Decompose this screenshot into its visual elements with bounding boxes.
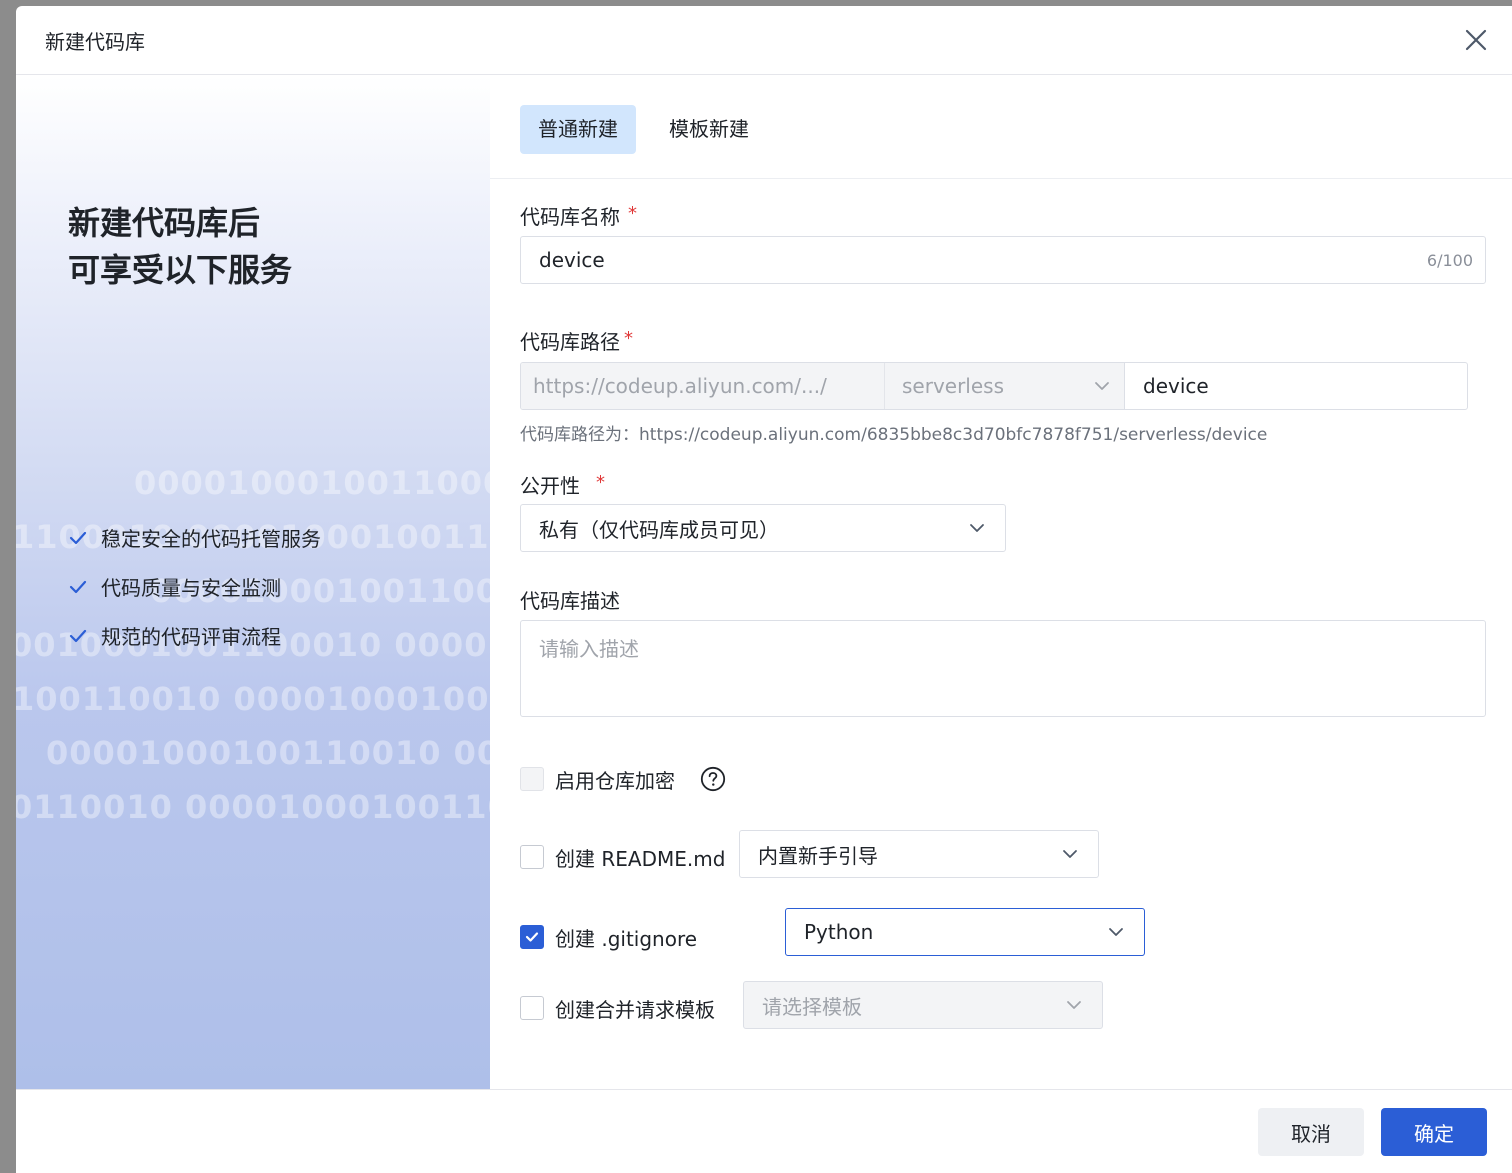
mr-template-label: 创建合并请求模板 — [555, 997, 715, 1022]
form-panel: 普通新建 模板新建 代码库名称 * device 6/100 代码库路径 * htt… — [490, 76, 1512, 1089]
description-textarea[interactable]: 请输入描述 — [520, 620, 1486, 717]
namespace-value: serverless — [902, 374, 1005, 398]
mr-template-select[interactable]: 请选择模板 — [743, 981, 1103, 1029]
mr-template-checkbox[interactable] — [520, 996, 544, 1020]
close-icon[interactable] — [1462, 26, 1490, 54]
tab-template-create[interactable]: 模板新建 — [651, 105, 767, 154]
promo-headline-line1: 新建代码库后 — [68, 204, 261, 242]
checkmark-icon — [525, 932, 539, 942]
chevron-down-icon — [1063, 850, 1077, 858]
gitignore-select[interactable]: Python — [785, 908, 1145, 956]
chevron-down-icon — [1067, 1001, 1081, 1009]
feature-item: 稳定安全的代码托管服务 — [68, 513, 321, 562]
dialog-header: 新建代码库 — [16, 6, 1512, 75]
dialog-footer: 取消 确定 — [16, 1089, 1512, 1173]
help-icon[interactable] — [700, 766, 726, 792]
check-icon — [69, 531, 87, 544]
dialog-title: 新建代码库 — [45, 29, 145, 54]
chevron-down-icon — [1109, 928, 1123, 936]
feature-label: 规范的代码评审流程 — [101, 625, 281, 649]
visibility-value: 私有（仅代码库成员可见） — [539, 517, 779, 542]
encryption-label: 启用仓库加密 — [555, 768, 675, 793]
promo-features: 稳定安全的代码托管服务 代码质量与安全监测 规范的代码评审流程 — [68, 513, 321, 660]
visibility-label-text: 公开性 — [520, 474, 580, 498]
repo-path-label: 代码库路径 * — [520, 326, 633, 355]
encryption-checkbox[interactable] — [520, 767, 544, 791]
readme-select[interactable]: 内置新手引导 — [739, 830, 1099, 878]
binary-line: 00001000100110010 000010 — [46, 734, 490, 772]
path-prefix: https://codeup.aliyun.com/.../ — [521, 363, 885, 409]
namespace-select[interactable]: serverless — [885, 363, 1125, 409]
repo-path-label-text: 代码库路径 — [520, 330, 620, 354]
check-icon — [69, 629, 87, 642]
gitignore-label: 创建 .gitignore — [555, 926, 698, 951]
description-label: 代码库描述 — [520, 585, 620, 614]
cancel-button[interactable]: 取消 — [1258, 1108, 1364, 1156]
description-placeholder: 请输入描述 — [539, 637, 639, 661]
tab-normal-create[interactable]: 普通新建 — [520, 105, 636, 154]
repo-name-value: device — [539, 248, 605, 272]
readme-label: 创建 README.md — [555, 846, 726, 871]
confirm-button[interactable]: 确定 — [1381, 1108, 1487, 1156]
visibility-label: 公开性 * — [520, 470, 605, 499]
visibility-select[interactable]: 私有（仅代码库成员可见） — [520, 504, 1006, 552]
gitignore-checkbox[interactable] — [520, 925, 544, 949]
path-name-value: device — [1143, 374, 1209, 398]
check-icon — [69, 580, 87, 593]
binary-line: 0110010 00001000100110010 — [16, 788, 490, 826]
mr-template-placeholder: 请选择模板 — [762, 994, 862, 1019]
feature-item: 规范的代码评审流程 — [68, 611, 321, 660]
encryption-row: 启用仓库加密 — [520, 764, 726, 794]
feature-label: 代码质量与安全监测 — [101, 576, 281, 600]
readme-checkbox[interactable] — [520, 845, 544, 869]
char-counter: 6/100 — [1426, 250, 1473, 270]
chevron-down-icon — [970, 524, 984, 532]
mr-template-row: 创建合并请求模板 — [520, 993, 715, 1023]
feature-label: 稳定安全的代码托管服务 — [101, 527, 321, 551]
repo-path-group: https://codeup.aliyun.com/.../ serverles… — [520, 362, 1468, 410]
path-name-input[interactable]: device — [1125, 363, 1467, 409]
readme-select-value: 内置新手引导 — [758, 843, 878, 868]
binary-line: 100110010 00001000100110010 — [16, 680, 490, 718]
gitignore-row: 创建 .gitignore — [520, 922, 697, 952]
chevron-down-icon — [1095, 382, 1109, 390]
dialog-body: 000010001001100010 1100010 0000100010011… — [16, 76, 1512, 1089]
readme-row: 创建 README.md — [520, 842, 725, 872]
required-mark: * — [628, 203, 637, 224]
required-mark: * — [624, 328, 633, 349]
promo-headline: 新建代码库后 可享受以下服务 — [68, 200, 292, 294]
path-hint: 代码库路径为：https://codeup.aliyun.com/6835bbe… — [520, 425, 1268, 445]
description-label-text: 代码库描述 — [520, 589, 620, 613]
promo-panel: 000010001001100010 1100010 0000100010011… — [16, 76, 490, 1089]
binary-line: 000010001001100010 — [134, 464, 490, 502]
create-repo-dialog: 新建代码库 000010001001100010 1100010 0000100… — [16, 6, 1512, 1173]
repo-name-label: 代码库名称 * — [520, 201, 637, 230]
gitignore-select-value: Python — [804, 920, 874, 944]
create-mode-tabs: 普通新建 模板新建 — [490, 76, 1512, 179]
required-mark: * — [596, 472, 605, 493]
repo-name-label-text: 代码库名称 — [520, 205, 620, 229]
feature-item: 代码质量与安全监测 — [68, 562, 321, 611]
repo-name-input[interactable]: device 6/100 — [520, 236, 1486, 284]
promo-headline-line2: 可享受以下服务 — [68, 251, 293, 289]
